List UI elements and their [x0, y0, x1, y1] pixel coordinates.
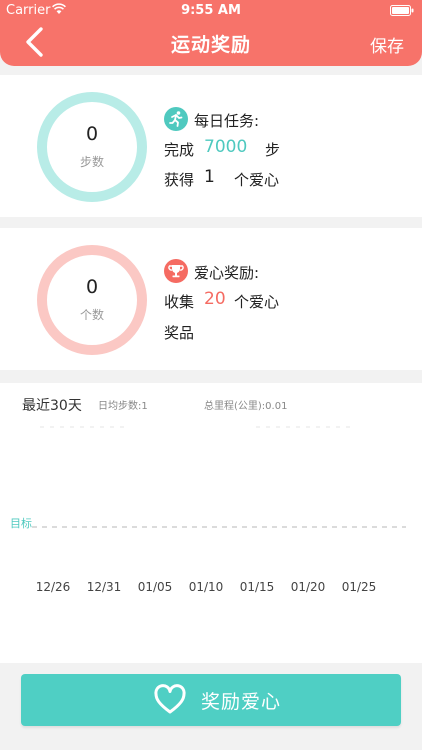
heart-outline-icon	[154, 684, 186, 714]
love-card: 0 个数 爱心奖励: 收集 20 个爱心 奖品	[0, 228, 422, 370]
x-tick-label: 01/15	[239, 580, 275, 594]
battery-icon	[390, 5, 414, 16]
x-tick-label: 12/31	[86, 580, 122, 594]
love-count: 0	[85, 276, 99, 298]
prize-link[interactable]: 奖品	[164, 322, 194, 343]
steps-ring-graphic	[37, 92, 147, 202]
earn-prefix: 获得	[164, 171, 195, 189]
save-button[interactable]: 保存	[370, 32, 404, 57]
complete-prefix: 完成	[164, 141, 195, 159]
steps-ring: 0 步数	[36, 91, 148, 203]
page-title: 运动奖励	[170, 34, 251, 56]
step-unit: 步	[265, 141, 281, 159]
bottom-bar: 奖励爱心	[0, 663, 422, 750]
collect-prefix: 收集	[164, 293, 195, 311]
love-unit: 个数	[79, 308, 104, 322]
reward-love-button[interactable]: 奖励爱心	[21, 674, 401, 726]
earn-value: 1	[204, 167, 215, 187]
x-tick-label: 01/20	[290, 580, 326, 594]
collect-unit: 个爱心	[234, 293, 280, 311]
status-time: 9:55 AM	[181, 3, 241, 18]
status-bar: Carrier 9:55 AM	[0, 0, 422, 22]
steps-chart: 最近30天 日均步数:1 总里程(公里):0.01 目标 12/26 12/31 0…	[0, 383, 422, 663]
trophy-icon	[164, 259, 188, 283]
collect-value: 20	[204, 289, 226, 309]
daily-task-title: 每日任务:	[194, 112, 260, 130]
earn-row: 获得 1 个爱心	[164, 167, 279, 190]
x-tick-label: 01/25	[341, 580, 377, 594]
x-tick-label: 12/26	[35, 580, 71, 594]
running-person-icon	[164, 107, 188, 131]
x-tick-label: 01/10	[188, 580, 224, 594]
steps-unit: 步数	[79, 155, 104, 169]
love-ring: 0 个数	[36, 244, 148, 356]
reward-love-label: 奖励爱心	[201, 691, 282, 713]
chart-canvas	[32, 426, 406, 528]
x-tick-label: 01/05	[137, 580, 173, 594]
love-reward-title: 爱心奖励:	[194, 264, 260, 282]
love-ring-graphic	[37, 245, 147, 355]
nav-header: Carrier 9:55 AM 运动奖励 保存	[0, 0, 422, 66]
collect-row: 收集 20 个爱心	[164, 289, 279, 312]
step-goal-value: 7000	[204, 137, 248, 157]
complete-row: 完成 7000 步	[164, 137, 280, 160]
goal-label: 目标	[10, 517, 32, 530]
steps-card: 0 步数 每日任务: 完成 7000 步 获得 1 个爱心	[0, 75, 422, 217]
steps-count: 0	[85, 123, 99, 145]
earn-unit: 个爱心	[234, 171, 280, 189]
